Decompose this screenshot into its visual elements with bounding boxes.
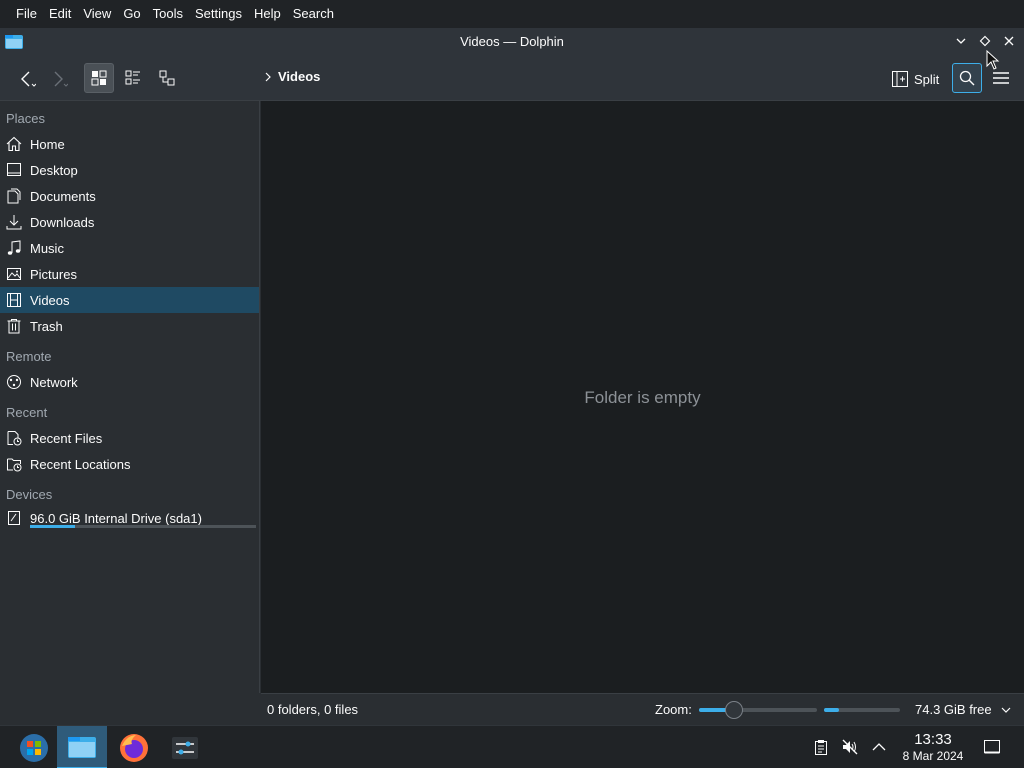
folder-summary: 0 folders, 0 files	[267, 702, 359, 717]
sidebar-item-label: 96.0 GiB Internal Drive (sda1)	[30, 510, 202, 526]
drive-icon	[6, 510, 22, 526]
menu-search[interactable]: Search	[287, 0, 340, 28]
file-view[interactable]: Folder is empty	[261, 101, 1024, 693]
menu-edit[interactable]: Edit	[43, 0, 77, 28]
sidebar-item-pictures[interactable]: Pictures	[0, 261, 259, 287]
menu-settings[interactable]: Settings	[189, 0, 248, 28]
breadcrumb[interactable]: Videos	[264, 69, 320, 84]
menu-file[interactable]: File	[10, 0, 43, 28]
music-icon	[6, 240, 22, 256]
documents-icon	[6, 188, 22, 204]
icons-view-button[interactable]	[84, 63, 114, 93]
downloads-icon	[6, 214, 22, 230]
sidebar-item-label: Network	[30, 374, 78, 390]
dolphin-icon[interactable]	[57, 726, 107, 768]
search-button[interactable]	[952, 63, 982, 93]
clipboard-icon[interactable]	[812, 738, 830, 756]
zoom-slider[interactable]	[699, 701, 817, 719]
sidebar-item-label: Desktop	[30, 162, 78, 178]
sidebar-item-recent-locations[interactable]: Recent Locations	[0, 451, 259, 477]
close-icon[interactable]	[1000, 32, 1018, 50]
sidebar-item-label: Music	[30, 240, 64, 256]
menu-tools[interactable]: Tools	[147, 0, 189, 28]
sidebar-item-trash[interactable]: Trash	[0, 313, 259, 339]
search-icon	[959, 70, 975, 86]
sidebar-item-label: Trash	[30, 318, 63, 334]
dolphin-app-icon	[5, 34, 23, 49]
free-space-button[interactable]: 74.3 GiB free	[915, 702, 1012, 717]
forward-button[interactable]	[44, 65, 72, 93]
sidebar-item-videos[interactable]: Videos	[0, 287, 259, 313]
clock-date: 8 Mar 2024	[902, 749, 964, 763]
sidebar-item-label: Downloads	[30, 214, 95, 230]
compact-view-icon	[125, 70, 140, 85]
back-arrow-icon	[21, 71, 36, 87]
section-remote: Remote	[6, 349, 52, 364]
places-panel: Places Home Desktop Documents Downloads …	[0, 101, 260, 693]
breadcrumb-videos[interactable]: Videos	[278, 69, 320, 84]
details-view-button[interactable]	[152, 63, 182, 93]
section-devices: Devices	[6, 487, 53, 502]
taskbar: 13:33 8 Mar 2024	[0, 725, 1024, 768]
sidebar-item-home[interactable]: Home	[0, 131, 259, 157]
trash-icon	[6, 318, 22, 334]
free-space-bar	[824, 708, 900, 712]
back-button[interactable]	[12, 65, 40, 93]
sidebar-item-label: Pictures	[30, 266, 77, 282]
pictures-icon	[6, 266, 22, 282]
sidebar-item-network[interactable]: Network	[0, 369, 259, 395]
split-view-icon	[892, 71, 908, 87]
menu-go[interactable]: Go	[117, 0, 146, 28]
network-icon	[6, 374, 22, 390]
show-desktop-icon[interactable]	[983, 738, 1001, 756]
sidebar-item-recent-files[interactable]: Recent Files	[0, 425, 259, 451]
sidebar-item-label: Documents	[30, 188, 96, 204]
application-launcher-icon[interactable]	[9, 726, 59, 768]
global-menu-bar: File Edit View Go Tools Settings Help Se…	[0, 0, 1024, 28]
details-view-icon	[159, 70, 175, 86]
compact-view-button[interactable]	[118, 63, 148, 93]
zoom-label: Zoom:	[655, 702, 692, 717]
sidebar-item-label: Recent Locations	[30, 456, 131, 472]
sidebar-item-documents[interactable]: Documents	[0, 183, 259, 209]
section-recent: Recent	[6, 405, 48, 420]
menu-view[interactable]: View	[77, 0, 117, 28]
minimize-icon[interactable]	[952, 32, 970, 50]
forward-arrow-icon	[54, 71, 68, 87]
free-space-label: 74.3 GiB free	[915, 702, 992, 717]
sidebar-item-label: Recent Files	[30, 430, 103, 446]
recent-locations-icon	[6, 456, 22, 472]
volume-muted-icon[interactable]	[841, 738, 859, 756]
window-titlebar[interactable]: Videos — Dolphin	[0, 28, 1024, 55]
tray-expand-icon[interactable]	[870, 738, 888, 756]
menu-help[interactable]: Help	[248, 0, 287, 28]
sidebar-item-desktop[interactable]: Desktop	[0, 157, 259, 183]
mouse-cursor-icon	[986, 49, 1000, 73]
main-toolbar: Videos Split	[0, 55, 1024, 101]
icons-view-icon	[91, 70, 107, 86]
section-places: Places	[6, 111, 46, 126]
drive-usage-bar	[30, 525, 256, 528]
breadcrumb-chevron-icon	[265, 72, 271, 81]
desktop-icon	[6, 162, 22, 178]
firefox-icon[interactable]	[109, 726, 159, 768]
sidebar-item-label: Home	[30, 136, 65, 152]
split-button[interactable]: Split	[888, 66, 943, 92]
videos-icon	[6, 292, 22, 308]
maximize-icon[interactable]	[976, 32, 994, 50]
zoom-slider-handle[interactable]	[725, 701, 744, 719]
chevron-down-icon	[1001, 707, 1011, 713]
sidebar-item-music[interactable]: Music	[0, 235, 259, 261]
sidebar-item-label: Videos	[30, 292, 70, 308]
clock-time: 13:33	[914, 731, 952, 748]
recent-files-icon	[6, 430, 22, 446]
split-label: Split	[914, 71, 940, 87]
status-bar: 0 folders, 0 files Zoom: 74.3 GiB free	[261, 693, 1024, 725]
digital-clock[interactable]: 13:33 8 Mar 2024	[894, 731, 972, 763]
home-icon	[6, 136, 22, 152]
system-settings-icon[interactable]	[160, 726, 210, 768]
empty-folder-message: Folder is empty	[584, 388, 701, 407]
window-title: Videos — Dolphin	[460, 34, 564, 49]
sidebar-item-downloads[interactable]: Downloads	[0, 209, 259, 235]
